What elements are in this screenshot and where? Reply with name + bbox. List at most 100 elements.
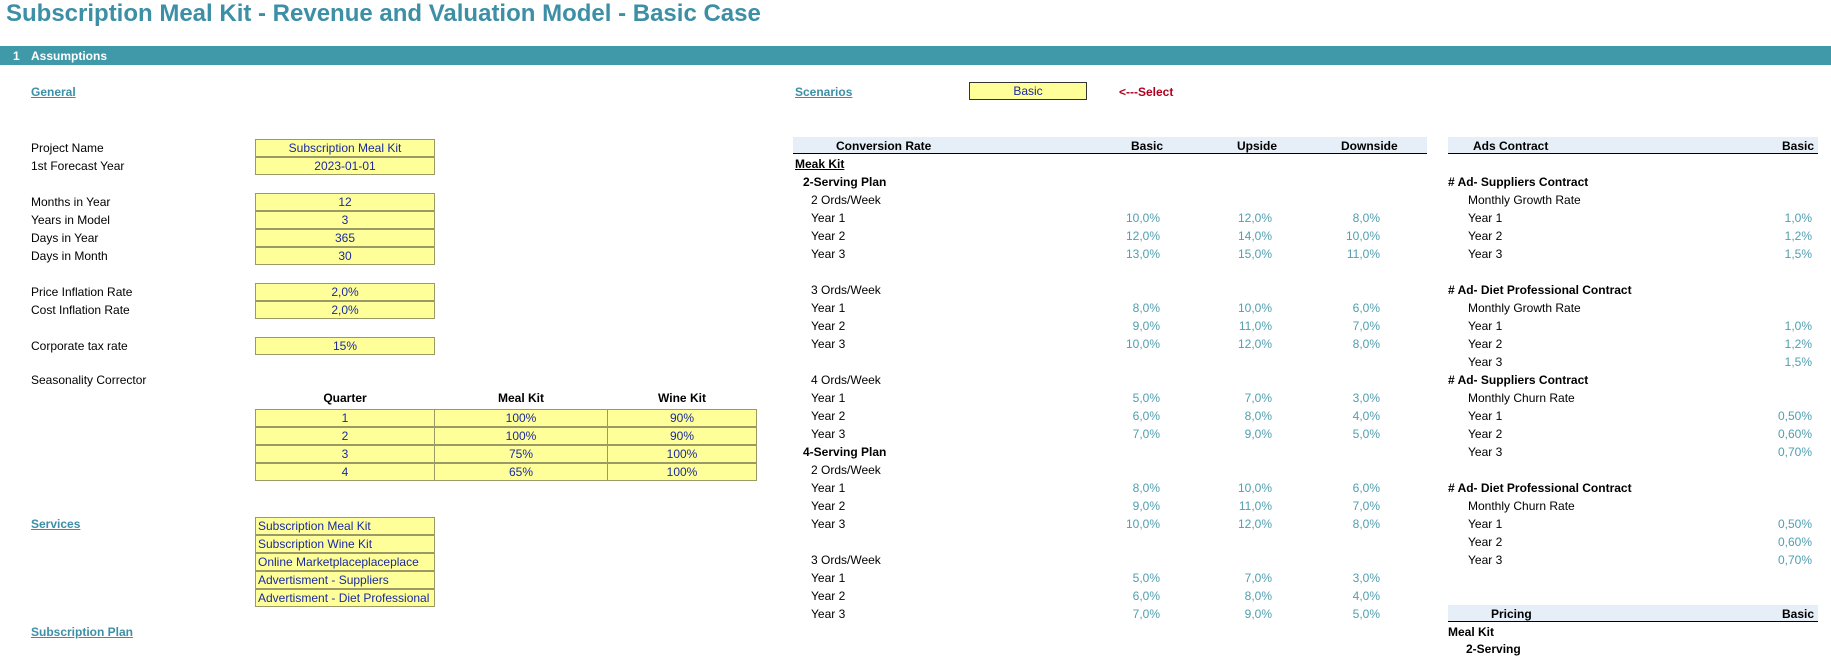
conversion-rate-value[interactable]: 12,0% [1212,337,1272,351]
conversion-rate-value[interactable]: 12,0% [1100,229,1160,243]
conversion-rate-value[interactable]: 9,0% [1212,427,1272,441]
conversion-frequency-label: 4 Ords/Week [811,373,881,387]
seasonality-cell-input[interactable]: 100% [434,409,608,427]
conversion-year-label: Year 2 [811,409,846,423]
conversion-rate-value[interactable]: 8,0% [1320,337,1380,351]
conversion-rate-value[interactable]: 5,0% [1320,427,1380,441]
conversion-year-label: Year 2 [811,499,846,513]
conversion-rate-value[interactable]: 11,0% [1212,499,1272,513]
scenario-select[interactable]: Basic [969,82,1087,100]
general-row-value-input[interactable]: 15% [255,337,435,355]
conversion-rate-value[interactable]: 12,0% [1212,517,1272,531]
general-row-value-input[interactable]: 3 [255,211,435,229]
ads-contract-group-label: # Ad- Suppliers Contract [1448,175,1589,189]
scenarios-link[interactable]: Scenarios [795,85,852,99]
service-item-input[interactable]: Advertisment - Diet Professional [255,589,435,607]
conversion-rate-value[interactable]: 8,0% [1320,517,1380,531]
ads-rate-value[interactable]: 1,0% [1752,319,1812,333]
general-row-value-input[interactable]: 2023-01-01 [255,157,435,175]
conversion-rate-value[interactable]: 8,0% [1320,211,1380,225]
seasonality-cell-input[interactable]: 65% [434,463,608,481]
conversion-rate-value[interactable]: 6,0% [1100,589,1160,603]
service-item-input[interactable]: Subscription Meal Kit [255,517,435,535]
general-row-value-input[interactable]: 12 [255,193,435,211]
seasonality-cell-input[interactable]: 75% [434,445,608,463]
conversion-rate-value[interactable]: 5,0% [1100,391,1160,405]
conversion-rate-value[interactable]: 12,0% [1212,211,1272,225]
conversion-rate-value[interactable]: 4,0% [1320,409,1380,423]
conversion-rate-value[interactable]: 8,0% [1212,409,1272,423]
services-link[interactable]: Services [31,517,80,531]
ads-rate-value[interactable]: 0,50% [1752,409,1812,423]
service-item-input[interactable]: Online Marketplaceplaceplace [255,553,435,571]
conversion-rate-value[interactable]: 8,0% [1212,589,1272,603]
ads-rate-value[interactable]: 0,50% [1752,517,1812,531]
ads-rate-value[interactable]: 1,0% [1752,211,1812,225]
service-item-input[interactable]: Advertisment - Suppliers [255,571,435,589]
general-link[interactable]: General [31,85,76,99]
ads-contract-group-label: # Ad- Suppliers Contract [1448,373,1589,387]
conversion-rate-value[interactable]: 3,0% [1320,391,1380,405]
conversion-rate-value[interactable]: 9,0% [1212,607,1272,621]
general-row-value-input[interactable]: 365 [255,229,435,247]
conversion-rate-value[interactable]: 10,0% [1100,517,1160,531]
ads-rate-value[interactable]: 1,2% [1752,229,1812,243]
ads-rate-value[interactable]: 0,60% [1752,535,1812,549]
conversion-rate-value[interactable]: 8,0% [1100,301,1160,315]
conversion-rate-value[interactable]: 8,0% [1100,481,1160,495]
seasonality-cell-input[interactable]: 3 [255,445,435,463]
conversion-rate-value[interactable]: 11,0% [1320,247,1380,261]
seasonality-cell-input[interactable]: 2 [255,427,435,445]
page-title: Subscription Meal Kit - Revenue and Valu… [6,0,761,27]
general-row-value-input[interactable]: 2,0% [255,283,435,301]
conversion-year-label: Year 3 [811,427,846,441]
seasonality-cell-input[interactable]: 100% [607,463,757,481]
conversion-rate-value[interactable]: 10,0% [1320,229,1380,243]
subscription-plan-link[interactable]: Subscription Plan [31,625,133,639]
ads-rate-value[interactable]: 0,70% [1752,553,1812,567]
conversion-rate-value[interactable]: 5,0% [1320,607,1380,621]
conversion-rate-value[interactable]: 9,0% [1100,319,1160,333]
general-row-value-input[interactable]: 2,0% [255,301,435,319]
section-label: Assumptions [31,49,108,63]
ads-header-label: Ads Contract [1473,139,1549,153]
conversion-rate-value[interactable]: 10,0% [1100,337,1160,351]
conversion-rate-value[interactable]: 7,0% [1320,499,1380,513]
conversion-rate-value[interactable]: 15,0% [1212,247,1272,261]
conversion-rate-value[interactable]: 7,0% [1320,319,1380,333]
conversion-rate-value[interactable]: 7,0% [1100,427,1160,441]
seasonality-cell-input[interactable]: 90% [607,409,757,427]
seasonality-cell-input[interactable]: 1 [255,409,435,427]
conversion-rate-value[interactable]: 6,0% [1320,301,1380,315]
ads-rate-value[interactable]: 1,5% [1752,247,1812,261]
ads-rate-value[interactable]: 0,60% [1752,427,1812,441]
service-item-input[interactable]: Subscription Wine Kit [255,535,435,553]
seasonality-cell-input[interactable]: 100% [607,445,757,463]
seasonality-cell-input[interactable]: 90% [607,427,757,445]
general-row-value-input[interactable]: 30 [255,247,435,265]
conversion-rate-value[interactable]: 11,0% [1212,319,1272,333]
conversion-rate-value[interactable]: 4,0% [1320,589,1380,603]
conversion-rate-value[interactable]: 14,0% [1212,229,1272,243]
conversion-rate-value[interactable]: 5,0% [1100,571,1160,585]
ads-header-basic: Basic [1782,139,1815,153]
conversion-plan-label: 4-Serving Plan [803,445,887,459]
ads-rate-value[interactable]: 0,70% [1752,445,1812,459]
ads-rate-value[interactable]: 1,5% [1752,355,1812,369]
conversion-rate-value[interactable]: 13,0% [1100,247,1160,261]
conversion-rate-value[interactable]: 3,0% [1320,571,1380,585]
conversion-rate-value[interactable]: 10,0% [1212,301,1272,315]
seasonality-cell-input[interactable]: 100% [434,427,608,445]
conversion-rate-value[interactable]: 6,0% [1100,409,1160,423]
conversion-rate-value[interactable]: 7,0% [1212,391,1272,405]
conversion-rate-value[interactable]: 9,0% [1100,499,1160,513]
seasonality-cell-input[interactable]: 4 [255,463,435,481]
ads-contract-group-label: # Ad- Diet Professional Contract [1448,481,1632,495]
conversion-rate-value[interactable]: 10,0% [1212,481,1272,495]
conversion-rate-value[interactable]: 7,0% [1212,571,1272,585]
conversion-rate-value[interactable]: 7,0% [1100,607,1160,621]
general-row-value-input[interactable]: Subscription Meal Kit [255,139,435,157]
conversion-rate-value[interactable]: 6,0% [1320,481,1380,495]
ads-rate-value[interactable]: 1,2% [1752,337,1812,351]
conversion-rate-value[interactable]: 10,0% [1100,211,1160,225]
